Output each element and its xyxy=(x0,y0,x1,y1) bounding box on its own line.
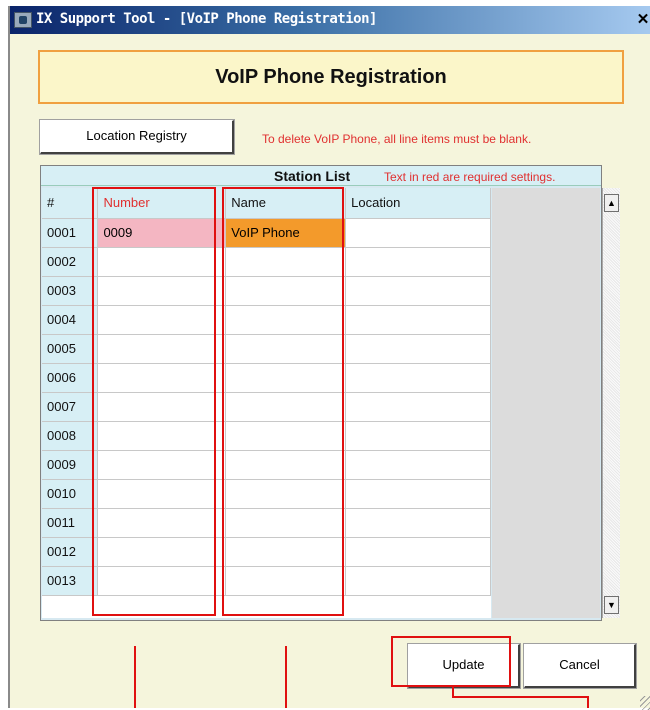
close-icon[interactable]: ✕ xyxy=(636,11,650,29)
location-cell[interactable] xyxy=(345,363,491,393)
row-index-cell: 0004 xyxy=(42,305,99,335)
scroll-up-arrow-icon[interactable]: ▲ xyxy=(604,194,619,212)
row-index-cell: 0009 xyxy=(42,450,99,480)
number-callout-line xyxy=(134,646,136,708)
location-cell[interactable] xyxy=(345,392,491,422)
window-title: IX Support Tool - [VoIP Phone Registrati… xyxy=(36,11,377,27)
location-cell[interactable] xyxy=(345,479,491,509)
location-cell[interactable] xyxy=(345,537,491,567)
row-index-cell: 0008 xyxy=(42,421,99,451)
row-index-cell: 0001 xyxy=(42,218,99,248)
name-column-highlight xyxy=(222,187,344,616)
cancel-button[interactable]: Cancel xyxy=(523,643,637,689)
location-cell[interactable] xyxy=(345,218,491,248)
location-cell[interactable] xyxy=(345,334,491,364)
row-index-cell: 0003 xyxy=(42,276,99,306)
location-cell[interactable] xyxy=(345,305,491,335)
row-index-cell: 0010 xyxy=(42,479,99,509)
update-button-highlight xyxy=(391,636,511,687)
location-registry-button[interactable]: Location Registry xyxy=(39,119,235,155)
location-cell[interactable] xyxy=(345,566,491,596)
row-index-cell: 0005 xyxy=(42,334,99,364)
location-cell[interactable] xyxy=(345,508,491,538)
delete-notice: To delete VoIP Phone, all line items mus… xyxy=(262,132,532,146)
column-header-index[interactable]: # xyxy=(42,188,99,219)
update-callout-line-horizontal xyxy=(452,696,589,698)
station-list-header: Station List Text in red are required se… xyxy=(41,166,601,186)
location-cell[interactable] xyxy=(345,247,491,277)
row-index-cell: 0011 xyxy=(42,508,99,538)
location-cell[interactable] xyxy=(345,421,491,451)
update-callout-line-drop xyxy=(587,696,589,708)
app-icon xyxy=(14,12,32,28)
station-list-title: Station List xyxy=(274,168,351,184)
row-index-cell: 0013 xyxy=(42,566,99,596)
vertical-scrollbar[interactable]: ▲ ▼ xyxy=(602,188,620,618)
row-index-cell: 0002 xyxy=(42,247,99,277)
column-header-location[interactable]: Location xyxy=(345,188,491,219)
scroll-down-arrow-icon[interactable]: ▼ xyxy=(604,596,619,614)
grid-empty-area xyxy=(492,188,600,618)
required-settings-note: Text in red are required settings. xyxy=(384,170,556,184)
page-title: VoIP Phone Registration xyxy=(215,66,447,88)
row-index-cell: 0012 xyxy=(42,537,99,567)
title-bar[interactable]: IX Support Tool - [VoIP Phone Registrati… xyxy=(10,6,650,34)
number-column-highlight xyxy=(92,187,216,616)
row-index-cell: 0007 xyxy=(42,392,99,422)
location-cell[interactable] xyxy=(345,276,491,306)
location-cell[interactable] xyxy=(345,450,491,480)
name-callout-line xyxy=(285,646,287,708)
row-index-cell: 0006 xyxy=(42,363,99,393)
page-header: VoIP Phone Registration xyxy=(38,50,624,104)
